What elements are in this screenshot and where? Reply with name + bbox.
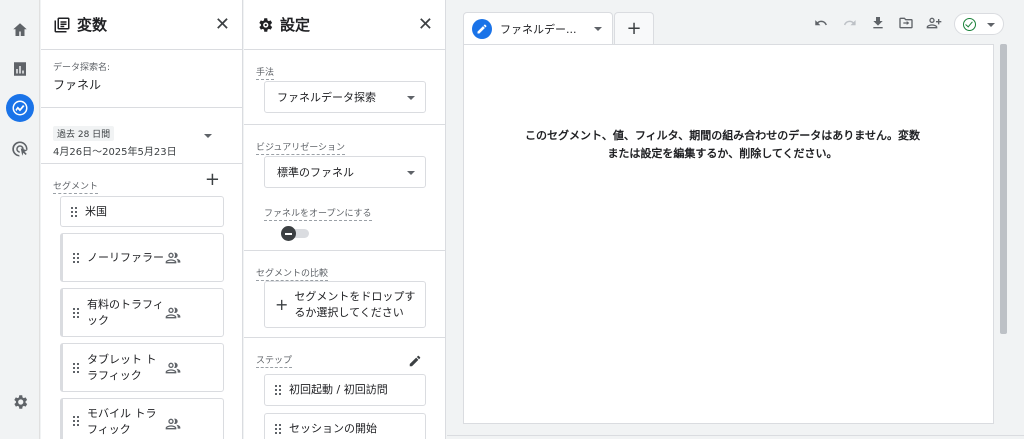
- segment-chip[interactable]: タブレット トラフィック: [60, 343, 224, 392]
- drag-handle-icon[interactable]: [73, 252, 79, 263]
- undo-icon[interactable]: [812, 14, 830, 32]
- segment-label: タブレット トラフィック: [87, 352, 157, 382]
- segment-chip[interactable]: モバイル トラフィック: [60, 398, 224, 439]
- chevron-down-icon: [987, 23, 995, 27]
- technique-dropdown[interactable]: ファネルデータ探索: [264, 81, 426, 113]
- variables-title: 変数: [77, 16, 108, 34]
- settings-gear-icon[interactable]: [6, 388, 34, 416]
- add-tab-button[interactable]: +: [614, 12, 654, 44]
- home-icon[interactable]: [6, 16, 34, 44]
- advertising-icon[interactable]: [6, 135, 34, 163]
- segment-compare-label: セグメントの比較: [256, 266, 329, 281]
- left-nav-rail: [0, 0, 40, 439]
- drag-handle-icon[interactable]: [275, 385, 281, 395]
- close-variables-icon[interactable]: ✕: [215, 15, 230, 34]
- tab-label: ファネルデー...: [500, 22, 577, 36]
- settings-gear-icon: [256, 16, 274, 34]
- tab-dropdown-icon[interactable]: [594, 26, 602, 31]
- drag-handle-icon[interactable]: [275, 424, 281, 434]
- segment-label: ノーリファラー: [87, 250, 164, 264]
- vertical-scrollbar[interactable]: [1000, 44, 1007, 334]
- user-segment-icon: [165, 250, 181, 266]
- date-range-value: 4月26日～2025年5月23日: [53, 147, 177, 158]
- open-funnel-label: ファネルをオープンにする: [264, 206, 372, 221]
- segment-label: モバイル トラフィック: [87, 407, 157, 436]
- step-label: 初回起動 / 初回訪問: [289, 383, 388, 396]
- settings-title: 設定: [280, 16, 311, 34]
- technique-value: ファネルデータ探索: [277, 91, 376, 104]
- segment-chip[interactable]: ノーリファラー: [60, 233, 224, 282]
- chevron-down-icon: [407, 171, 415, 175]
- technique-label: 手法: [256, 65, 275, 80]
- segment-label: 有料のトラフィック: [87, 297, 164, 327]
- segment-label: 米国: [85, 204, 107, 218]
- segment-chip[interactable]: 有料のトラフィック: [60, 288, 224, 337]
- add-icon: +: [275, 295, 289, 314]
- exploration-name-input[interactable]: ファネル: [53, 76, 230, 93]
- variables-icon: [53, 16, 71, 34]
- visualization-value: 標準のファネル: [277, 166, 354, 179]
- user-segment-icon: [165, 360, 181, 376]
- move-to-folder-icon[interactable]: [897, 14, 915, 32]
- drag-handle-icon[interactable]: [73, 362, 79, 373]
- exploration-name-label: データ探索名:: [53, 63, 111, 73]
- open-funnel-toggle[interactable]: [281, 226, 309, 241]
- check-circle-icon: [963, 17, 976, 31]
- segments-section: セグメント +: [41, 164, 242, 194]
- divider: [447, 435, 1024, 436]
- drag-handle-icon[interactable]: [73, 307, 79, 318]
- segments-label: セグメント: [53, 179, 99, 194]
- step-label: セッションの開始: [289, 422, 377, 435]
- user-segment-icon: [165, 416, 181, 432]
- step-chip[interactable]: 初回起動 / 初回訪問: [264, 374, 426, 406]
- drag-handle-icon[interactable]: [73, 416, 79, 426]
- segment-drop-text: セグメントをドロップするか選択してください: [294, 289, 416, 319]
- reports-icon[interactable]: [6, 55, 34, 83]
- segment-drop-zone[interactable]: + セグメントをドロップするか選択してください: [264, 281, 426, 328]
- step-chip[interactable]: セッションの開始: [264, 413, 426, 439]
- empty-state-message: このセグメント、値、フィルタ、期間の組み合わせのデータはありません。変数または設…: [525, 129, 920, 160]
- visualization-area: [463, 44, 994, 424]
- date-range-dropdown-icon[interactable]: [204, 134, 212, 138]
- download-icon[interactable]: [869, 14, 887, 32]
- exploration-name-section: データ探索名: ファネル: [41, 50, 242, 108]
- tab-funnel-exploration[interactable]: ファネルデー...: [463, 12, 613, 44]
- steps-label: ステップ: [256, 353, 293, 368]
- visualization-label: ビジュアリゼーション: [256, 140, 346, 155]
- chevron-down-icon: [407, 96, 415, 100]
- variables-header: 変数 ✕: [41, 0, 242, 50]
- visualization-section: ビジュアリゼーション ファネルをオープンにする: [244, 125, 445, 251]
- close-settings-icon[interactable]: ✕: [418, 15, 433, 34]
- date-range-chip: 過去 28 日間: [53, 126, 115, 141]
- visualization-dropdown[interactable]: 標準のファネル: [264, 156, 426, 188]
- settings-header: 設定 ✕: [244, 0, 445, 50]
- redo-icon[interactable]: [841, 14, 859, 32]
- explore-icon[interactable]: [6, 94, 34, 122]
- share-user-icon[interactable]: [925, 14, 943, 32]
- add-segment-icon[interactable]: +: [205, 171, 220, 189]
- funnel-tab-icon: [472, 18, 492, 39]
- edit-steps-pencil-icon[interactable]: [408, 353, 422, 367]
- segment-chip[interactable]: 米国: [60, 196, 224, 227]
- drag-handle-icon[interactable]: [71, 206, 77, 217]
- status-pill[interactable]: [954, 13, 1004, 35]
- toggle-knob: [281, 226, 296, 241]
- user-segment-icon: [165, 305, 181, 321]
- date-range-section[interactable]: 過去 28 日間 4月26日～2025年5月23日: [41, 108, 242, 164]
